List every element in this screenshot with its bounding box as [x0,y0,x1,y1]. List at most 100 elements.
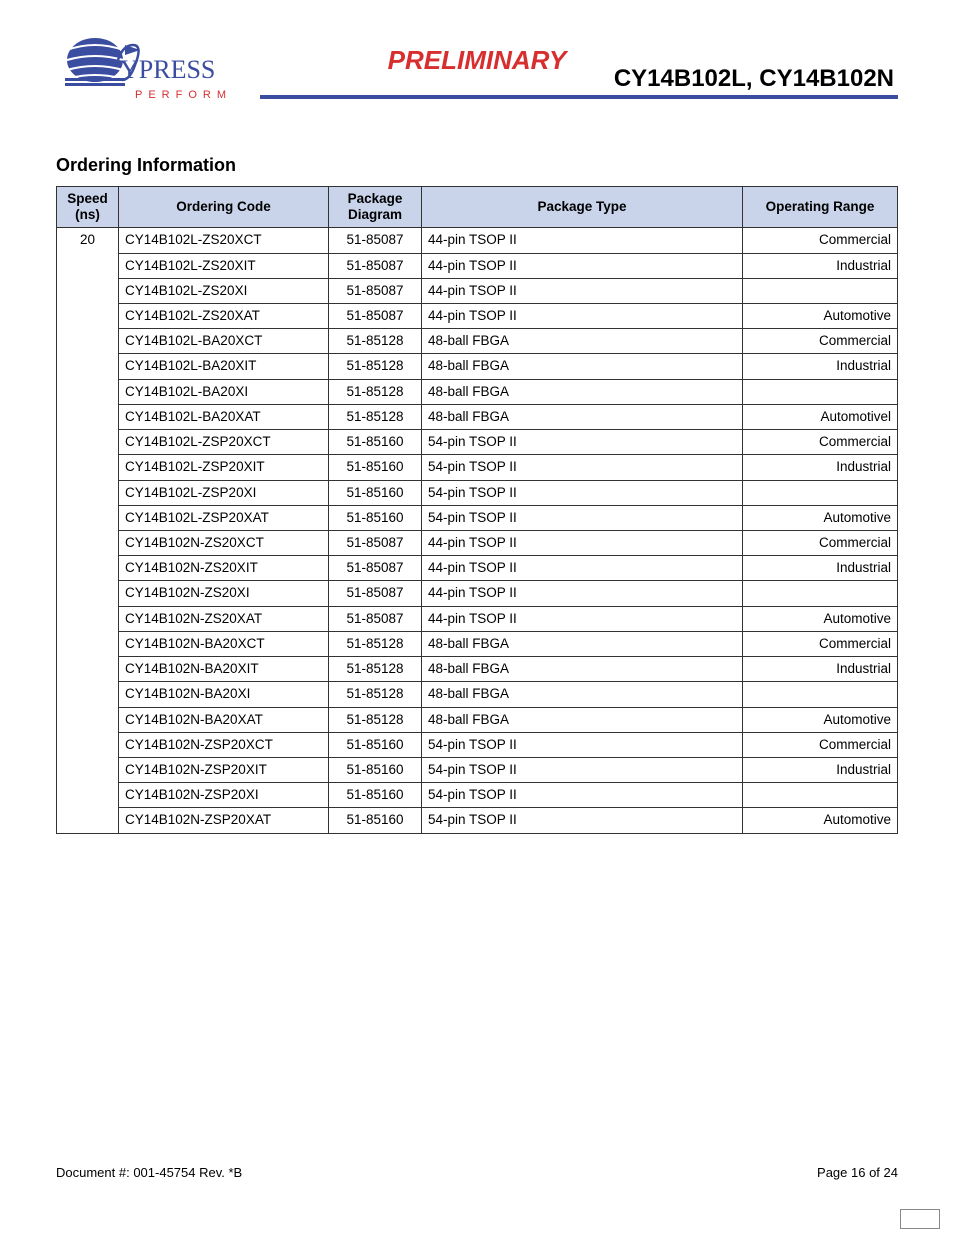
cell-package-diagram: 51-85128 [329,404,422,429]
cell-package-type: 48-ball FBGA [422,631,743,656]
cell-package-diagram: 51-85087 [329,278,422,303]
cell-package-diagram: 51-85160 [329,480,422,505]
cell-package-type: 44-pin TSOP II [422,253,743,278]
cell-package-type: 54-pin TSOP II [422,783,743,808]
cell-ordering-code: CY14B102L-ZS20XCT [119,228,329,253]
cell-operating-range: Commercial [743,430,898,455]
cell-package-diagram: 51-85087 [329,531,422,556]
cell-operating-range: Automotivel [743,404,898,429]
table-row: CY14B102N-BA20XAT51-8512848-ball FBGAAut… [57,707,898,732]
cell-package-diagram: 51-85087 [329,556,422,581]
cell-package-diagram: 51-85160 [329,430,422,455]
cell-package-type: 54-pin TSOP II [422,732,743,757]
cell-package-diagram: 51-85128 [329,354,422,379]
cell-package-diagram: 51-85160 [329,505,422,530]
table-row: CY14B102L-BA20XAT51-8512848-ball FBGAAut… [57,404,898,429]
cell-operating-range [743,379,898,404]
cell-operating-range: Commercial [743,531,898,556]
cell-ordering-code: CY14B102L-BA20XI [119,379,329,404]
logo-perform: PERFORM [135,89,232,101]
table-row: CY14B102N-ZSP20XIT51-8516054-pin TSOP II… [57,757,898,782]
cell-package-type: 48-ball FBGA [422,707,743,732]
cell-operating-range: Industrial [743,657,898,682]
cell-operating-range [743,480,898,505]
table-row: CY14B102L-BA20XCT51-8512848-ball FBGACom… [57,329,898,354]
cell-operating-range [743,682,898,707]
cell-package-type: 54-pin TSOP II [422,430,743,455]
cell-package-diagram: 51-85087 [329,304,422,329]
cell-package-type: 44-pin TSOP II [422,228,743,253]
cell-package-type: 54-pin TSOP II [422,455,743,480]
cell-operating-range [743,783,898,808]
cell-package-diagram: 51-85087 [329,253,422,278]
cell-package-type: 48-ball FBGA [422,379,743,404]
cell-package-diagram: 51-85160 [329,757,422,782]
section-heading: Ordering Information [56,155,898,176]
table-row: CY14B102L-ZSP20XIT51-8516054-pin TSOP II… [57,455,898,480]
table-row: CY14B102N-ZS20XIT51-8508744-pin TSOP III… [57,556,898,581]
table-row: CY14B102N-ZSP20XI51-8516054-pin TSOP II [57,783,898,808]
th-diagram: Package Diagram [329,187,422,228]
cell-package-type: 44-pin TSOP II [422,531,743,556]
cell-ordering-code: CY14B102N-BA20XAT [119,707,329,732]
cell-ordering-code: CY14B102L-ZSP20XCT [119,430,329,455]
cell-package-type: 48-ball FBGA [422,329,743,354]
cell-package-type: 48-ball FBGA [422,354,743,379]
cypress-logo: YPRESS PERFORM [60,30,250,110]
cell-package-type: 44-pin TSOP II [422,304,743,329]
table-row: CY14B102L-ZS20XIT51-8508744-pin TSOP III… [57,253,898,278]
page-footer: Document #: 001-45754 Rev. *B Page 16 of… [56,1165,898,1180]
table-row: 20CY14B102L-ZS20XCT51-8508744-pin TSOP I… [57,228,898,253]
cell-operating-range: Automotive [743,808,898,833]
cell-ordering-code: CY14B102L-BA20XCT [119,329,329,354]
table-row: CY14B102N-BA20XIT51-8512848-ball FBGAInd… [57,657,898,682]
cell-ordering-code: CY14B102L-BA20XAT [119,404,329,429]
doc-title: CY14B102L, CY14B102N [614,65,894,93]
doc-number: Document #: 001-45754 Rev. *B [56,1165,242,1180]
table-row: CY14B102N-ZS20XAT51-8508744-pin TSOP IIA… [57,606,898,631]
cell-ordering-code: CY14B102L-ZS20XIT [119,253,329,278]
cell-operating-range: Commercial [743,631,898,656]
page-header: YPRESS PERFORM PRELIMINARY CY14B102L, CY… [0,0,954,120]
cell-operating-range [743,581,898,606]
th-type: Package Type [422,187,743,228]
cell-package-diagram: 51-85128 [329,631,422,656]
table-row: CY14B102N-ZS20XCT51-8508744-pin TSOP IIC… [57,531,898,556]
cell-package-diagram: 51-85160 [329,783,422,808]
table-row: CY14B102L-BA20XIT51-8512848-ball FBGAInd… [57,354,898,379]
cell-package-type: 54-pin TSOP II [422,757,743,782]
cell-operating-range: Industrial [743,556,898,581]
cell-package-type: 54-pin TSOP II [422,480,743,505]
cell-package-diagram: 51-85087 [329,581,422,606]
cell-package-type: 48-ball FBGA [422,404,743,429]
cell-operating-range [743,278,898,303]
header-rule [260,95,898,99]
cell-package-diagram: 51-85128 [329,682,422,707]
cell-ordering-code: CY14B102N-ZSP20XIT [119,757,329,782]
cell-ordering-code: CY14B102N-BA20XI [119,682,329,707]
cell-package-type: 48-ball FBGA [422,682,743,707]
cell-operating-range: Automotive [743,707,898,732]
cell-package-diagram: 51-85128 [329,379,422,404]
table-header-row: Speed (ns) Ordering Code Package Diagram… [57,187,898,228]
cell-speed: 20 [57,228,119,833]
table-row: CY14B102L-ZSP20XAT51-8516054-pin TSOP II… [57,505,898,530]
table-row: CY14B102L-ZS20XI51-8508744-pin TSOP II [57,278,898,303]
table-row: CY14B102N-BA20XI51-8512848-ball FBGA [57,682,898,707]
th-range: Operating Range [743,187,898,228]
ordering-table: Speed (ns) Ordering Code Package Diagram… [56,186,898,834]
table-row: CY14B102N-ZS20XI51-8508744-pin TSOP II [57,581,898,606]
page-content: Ordering Information Speed (ns) Ordering… [0,120,954,834]
cell-package-diagram: 51-85128 [329,707,422,732]
cell-ordering-code: CY14B102L-BA20XIT [119,354,329,379]
cell-ordering-code: CY14B102L-ZSP20XIT [119,455,329,480]
preliminary-watermark: PRELIMINARY [388,45,567,76]
cell-ordering-code: CY14B102N-BA20XIT [119,657,329,682]
cell-package-diagram: 51-85160 [329,455,422,480]
cell-package-diagram: 51-85128 [329,329,422,354]
table-row: CY14B102L-BA20XI51-8512848-ball FBGA [57,379,898,404]
cell-operating-range: Industrial [743,455,898,480]
cell-package-type: 44-pin TSOP II [422,581,743,606]
table-row: CY14B102N-ZSP20XCT51-8516054-pin TSOP II… [57,732,898,757]
table-row: CY14B102L-ZS20XAT51-8508744-pin TSOP IIA… [57,304,898,329]
